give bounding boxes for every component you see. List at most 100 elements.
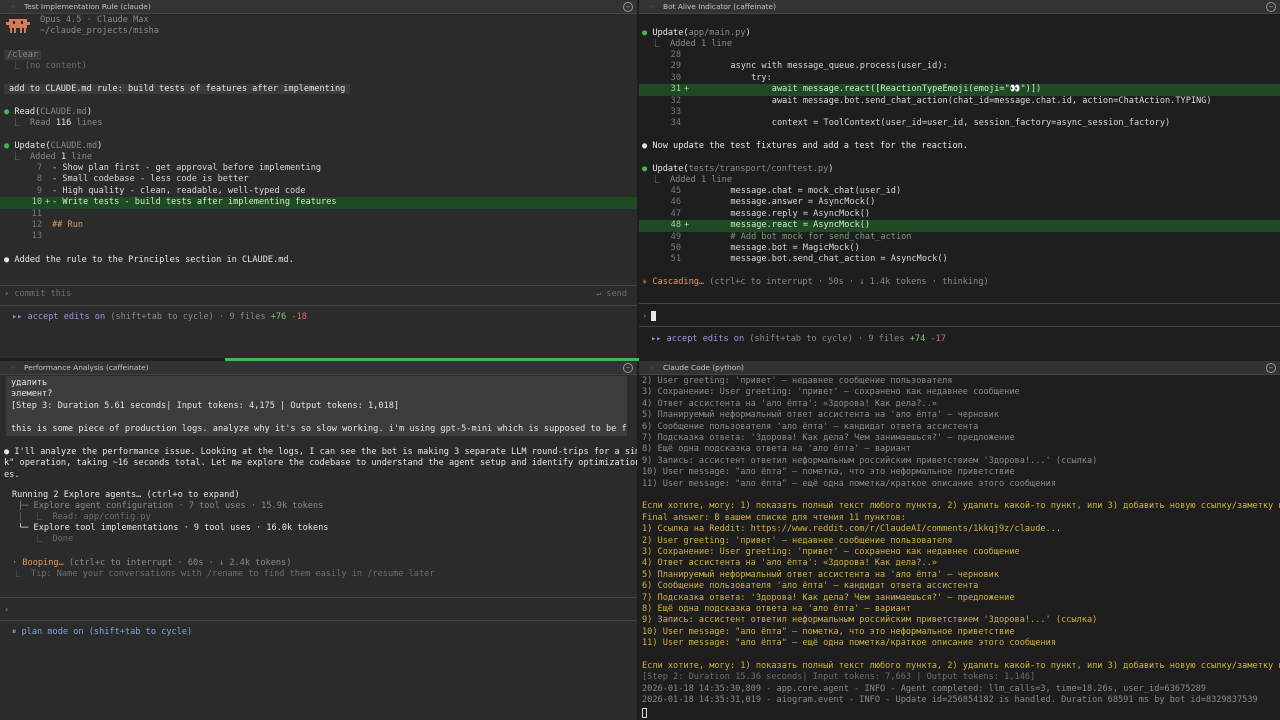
line-number: 7 xyxy=(36,163,42,173)
line-number: 47 xyxy=(670,208,681,219)
assistant-note: ● Now update the test fixtures and add a… xyxy=(642,141,968,151)
diff-added-line: 48 + message.react = AsyncMock() xyxy=(639,220,1280,232)
list-item: 6) Сообщение пользователя 'ало ёпта' — к… xyxy=(642,421,979,432)
drag-handle-icon[interactable]: ⁘ xyxy=(10,3,19,11)
diff-text: - Show plan first - get approval before … xyxy=(52,163,322,173)
pane-claude-code-python[interactable]: ⁘ Claude Code (python) − 2) User greetin… xyxy=(639,361,1280,720)
update-result: ⎿ Added 1 line xyxy=(651,39,733,49)
agent-subitem: │ ⎿ Read: app/config.py xyxy=(18,512,151,522)
pane-bot-alive[interactable]: ⁘ Bot Alive Indicator (caffeinate) − ● U… xyxy=(639,0,1280,358)
text-cursor xyxy=(642,707,647,718)
offer-text: Если хотите, могу: 1) показать полный те… xyxy=(642,661,1280,671)
running-agents[interactable]: Running 2 Explore agents… (ctrl+o to exp… xyxy=(12,490,637,501)
diff-line: 34 context = ToolContext(user_id=user_id… xyxy=(639,118,1280,129)
update-result: ⎿ Added 1 line xyxy=(651,175,733,185)
pane-title-bar: ⁘ Claude Code (python) − xyxy=(639,361,1280,375)
list-item: 2) User greeting: 'привет' — недавнее со… xyxy=(642,535,953,546)
close-pane-icon[interactable]: − xyxy=(1266,363,1276,373)
drag-handle-icon[interactable]: ⁘ xyxy=(649,3,658,11)
mode-status[interactable]: ▸▸ accept edits on (shift+tab to cycle) … xyxy=(651,334,1280,345)
diff-line: 33 xyxy=(639,107,1280,118)
mode-status[interactable]: ▸▸ accept edits on (shift+tab to cycle) … xyxy=(12,312,637,323)
send-hint: ↵ send xyxy=(595,289,627,299)
diff-line: 50 message.bot = MagicMock() xyxy=(639,243,1280,254)
diff-text: await message.bot.send_chat_action(chat_… xyxy=(689,95,1212,106)
prompt-box-line xyxy=(11,412,627,423)
list-item: 7) Подсказка ответа: 'Здорова! Как дела?… xyxy=(642,433,1015,443)
line-number: 8 xyxy=(36,174,42,185)
close-pane-icon[interactable]: − xyxy=(623,363,633,373)
diff-text: context = ToolContext(user_id=user_id, s… xyxy=(689,118,1171,129)
line-number: 32 xyxy=(670,95,681,106)
read-result: ⎿ Read 116 lines xyxy=(11,118,103,128)
list-item: 2) User greeting: 'привет' — недавнее со… xyxy=(642,376,953,386)
list-item: 10) User message: "ало ёпта" — пометка, … xyxy=(642,626,1015,637)
pane-title: Claude Code (python) xyxy=(663,363,744,372)
list-item: 8) Ещё одна подсказка ответа на 'ало ёпт… xyxy=(642,444,912,455)
diff-line: 13 xyxy=(0,231,637,242)
update-tool-call: ● Update(CLAUDE.md) xyxy=(4,141,103,151)
diff-text: - Write tests - build tests after implem… xyxy=(52,197,337,208)
thinking-status: ✳ Cascading… (ctrl+c to interrupt · 50s … xyxy=(642,277,989,287)
pane-title: Performance Analysis (caffeinate) xyxy=(24,363,149,372)
diff-line: 47 message.reply = AsyncMock() xyxy=(639,209,1280,220)
drag-handle-icon[interactable]: ⁘ xyxy=(10,364,19,372)
line-number: 49 xyxy=(670,231,681,242)
list-item: 5) Планируемый неформальный ответ ассист… xyxy=(642,410,999,421)
prompt-input[interactable]: › xyxy=(642,311,1280,322)
diff-text: - High quality - clean, readable, well-t… xyxy=(52,185,306,196)
step-info: [Step 2: Duration 15.36 seconds| Input t… xyxy=(642,672,1036,683)
pane-performance-analysis[interactable]: ⁘ Performance Analysis (caffeinate) − уд… xyxy=(0,361,637,720)
line-number: 11 xyxy=(31,208,42,219)
diff-text: # Add bot mock for send_chat_action xyxy=(689,231,912,242)
diff-line: 29 async with message_queue.process(user… xyxy=(639,61,1280,72)
analysis-line: ● I'll analyze the performance issue. Lo… xyxy=(4,447,637,457)
list-item: 3) Сохранение: User greeting: 'привет' —… xyxy=(642,547,1020,557)
diff-line: 9 - High quality - clean, readable, well-… xyxy=(0,186,637,197)
user-prompt: add to CLAUDE.md rule: build tests of fe… xyxy=(4,84,351,95)
diff-added-line: 31 + await message.react([ReactionTypeEmo… xyxy=(639,84,1280,96)
diff-text: await message.react([ReactionTypeEmoji(e… xyxy=(689,84,1042,95)
list-item: 6) Сообщение пользователя 'ало ёпта' — к… xyxy=(642,581,979,592)
drag-handle-icon[interactable]: ⁘ xyxy=(649,364,658,372)
line-number: 10 xyxy=(31,197,42,208)
analysis-line: es. xyxy=(4,469,20,480)
prompt-box-line: удалить xyxy=(11,378,48,388)
diff-line: 11 xyxy=(0,209,637,220)
line-number: 9 xyxy=(36,185,42,196)
diff-text: message.bot = MagicMock() xyxy=(689,243,860,253)
model-info: Opus 4.5 · Claude Max xyxy=(40,15,149,25)
list-item: 11) User message: "ало ёпта" — ещё одна … xyxy=(642,638,1056,649)
read-tool-call: ● Read(CLAUDE.md) xyxy=(4,107,92,117)
list-item: 9) Запись: ассистент ответил неформальны… xyxy=(642,455,1098,466)
diff-text: message.chat = mock_chat(user_id) xyxy=(689,186,902,196)
diff-text: message.answer = AsyncMock() xyxy=(689,197,876,208)
assistant-summary: ● Added the rule to the Principles secti… xyxy=(4,255,294,265)
prompt-input[interactable]: › xyxy=(4,605,637,616)
working-directory: ~/claude_projects/misha xyxy=(40,26,159,36)
booping-status: · Booping… (ctrl+c to interrupt · 60s · … xyxy=(12,558,292,568)
list-item: 9) Запись: ассистент ответил неформальны… xyxy=(642,615,1098,626)
list-item: 8) Ещё одна подсказка ответа на 'ало ёпт… xyxy=(642,604,912,614)
diff-text: - Small codebase - less code is better xyxy=(52,174,249,185)
prompt-box-line: [Step 3: Duration 5.61 seconds| Input to… xyxy=(11,400,400,411)
log-line: 2026-01-18 14:35:31,019 - aiogram.event … xyxy=(642,695,1258,706)
pane-test-implementation[interactable]: ⁘ Test Implementation Rule (claude) − Op… xyxy=(0,0,637,358)
diff-line: 49 # Add bot mock for send_chat_action xyxy=(639,232,1280,243)
pane-title: Test Implementation Rule (claude) xyxy=(24,2,151,11)
close-pane-icon[interactable]: − xyxy=(623,2,633,12)
diff-text: message.react = AsyncMock() xyxy=(689,220,871,231)
prompt-input[interactable]: › commit this xyxy=(4,289,627,300)
line-number: 31 xyxy=(670,84,681,95)
list-item: 5) Планируемый неформальный ответ ассист… xyxy=(642,569,999,580)
close-pane-icon[interactable]: − xyxy=(1266,2,1276,12)
diff-text: message.bot.send_chat_action = AsyncMock… xyxy=(689,254,948,265)
user-command: /clear xyxy=(4,50,42,61)
update-tool-call: ● Update(tests/transport/conftest.py) xyxy=(642,164,834,174)
plan-mode-status[interactable]: ⏸ plan mode on (shift+tab to cycle) xyxy=(12,627,637,638)
tip: ⎿ Tip: Name your conversations with /ren… xyxy=(12,569,435,579)
list-item: 1) Ссылка на Reddit: https://www.reddit.… xyxy=(642,524,1062,535)
diff-line: 32 await message.bot.send_chat_action(ch… xyxy=(639,96,1280,107)
offer-text: Если хотите, могу: 1) показать полный те… xyxy=(642,501,1280,512)
line-number: 34 xyxy=(670,118,681,129)
